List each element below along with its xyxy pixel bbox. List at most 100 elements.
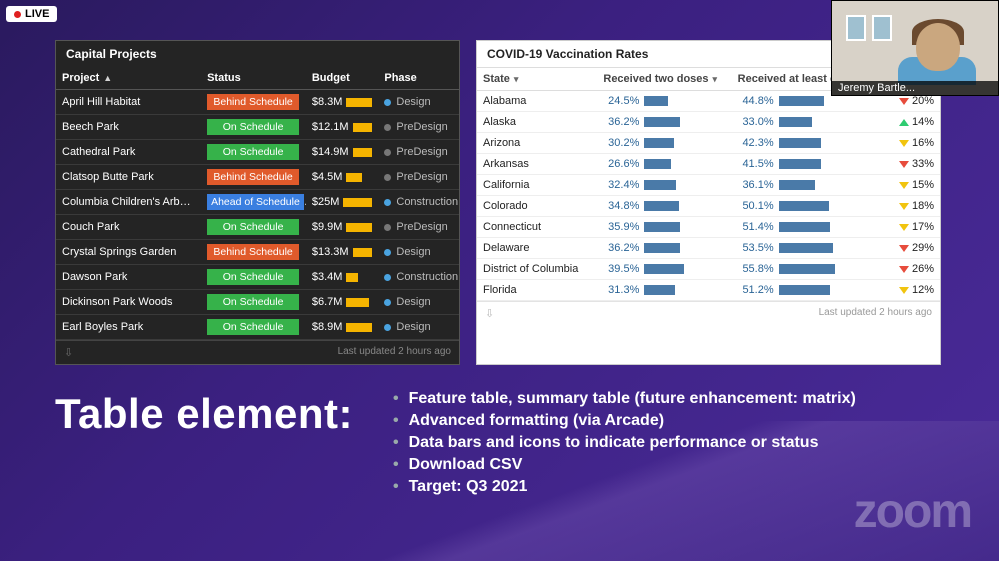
state-name: Alaska [477,112,597,133]
bullet-text: Feature table, summary table (future enh… [409,390,856,408]
status-badge: Behind Schedule [207,244,299,260]
data-bar [779,285,830,295]
phase-cell: Construction [378,190,459,215]
status-cell: Ahead of Schedule [201,190,306,215]
table-row[interactable]: District of Columbia39.5%55.8%26% [477,259,940,280]
bullet-list: • Feature table, summary table (future en… [393,390,856,500]
one-dose-cell: 53.5% [732,238,885,259]
two-dose-cell: 31.3% [597,280,731,301]
table-row[interactable]: April Hill HabitatBehind Schedule$8.3MDe… [56,90,459,115]
table-row[interactable]: Connecticut35.9%51.4%17% [477,217,940,238]
trend-cell: 29% [884,238,940,259]
two-dose-cell: 24.5% [597,91,731,112]
trend-flat-icon [899,287,909,294]
phase-dot-icon [384,224,391,231]
status-cell: On Schedule [201,290,306,315]
table-row[interactable]: Dawson ParkOn Schedule$3.4MConstruction [56,265,459,290]
phase-cell: PreDesign [378,215,459,240]
budget-cell: $8.3M [306,90,379,115]
two-dose-cell: 35.9% [597,217,731,238]
bullet-dot-icon: • [393,456,399,474]
bullet-dot-icon: • [393,478,399,496]
webcam-tile[interactable]: Jeremy Bartle... [831,0,999,96]
data-bar [779,117,812,127]
two-dose-cell: 39.5% [597,259,731,280]
phase-cell: Design [378,90,459,115]
trend-cell: 12% [884,280,940,301]
download-icon[interactable]: ⇩ [64,346,73,359]
participant-name: Jeremy Bartle... [832,81,998,95]
one-dose-cell: 33.0% [732,112,885,133]
table-row[interactable]: California32.4%36.1%15% [477,175,940,196]
budget-bar [343,198,372,207]
data-bar [779,243,833,253]
phase-dot-icon [384,324,391,331]
status-cell: Behind Schedule [201,165,306,190]
state-name: Arizona [477,133,597,154]
project-name: Clatsop Butte Park [56,165,201,190]
status-badge: On Schedule [207,269,299,285]
table-row[interactable]: Colorado34.8%50.1%18% [477,196,940,217]
zoom-logo: zoom [854,484,971,539]
bullet-dot-icon: • [393,434,399,452]
phase-cell: PreDesign [378,115,459,140]
project-name: April Hill Habitat [56,90,201,115]
phase-dot-icon [384,299,391,306]
col-state[interactable]: State▾ [477,68,597,91]
table-row[interactable]: Beech ParkOn Schedule$12.1MPreDesign [56,115,459,140]
table-row[interactable]: Cathedral ParkOn Schedule$14.9MPreDesign [56,140,459,165]
col-two-doses[interactable]: Received two doses▾ [597,68,731,91]
trend-cell: 18% [884,196,940,217]
trend-down-icon [899,266,909,273]
project-name: Beech Park [56,115,201,140]
col-budget[interactable]: Budget [306,67,379,90]
budget-cell: $13.3M [306,240,379,265]
trend-cell: 33% [884,154,940,175]
two-dose-cell: 30.2% [597,133,731,154]
budget-cell: $3.4M [306,265,379,290]
table-row[interactable]: Delaware36.2%53.5%29% [477,238,940,259]
table-row[interactable]: Dickinson Park WoodsOn Schedule$6.7MDesi… [56,290,459,315]
trend-cell: 16% [884,133,940,154]
table-row[interactable]: Columbia Children's ArboretumAhead of Sc… [56,190,459,215]
budget-bar [346,273,358,282]
table-row[interactable]: Earl Boyles ParkOn Schedule$8.9MDesign [56,315,459,340]
budget-bar [346,323,372,332]
budget-bar [346,173,362,182]
bullet-item: •Data bars and icons to indicate perform… [393,434,856,452]
table-row[interactable]: Arizona30.2%42.3%16% [477,133,940,154]
data-bar [779,96,824,106]
sort-icon: ▾ [514,74,519,84]
phase-cell: Design [378,290,459,315]
one-dose-cell: 42.3% [732,133,885,154]
trend-flat-icon [899,224,909,231]
table-row[interactable]: Alaska36.2%33.0%14% [477,112,940,133]
state-name: Colorado [477,196,597,217]
state-name: Florida [477,280,597,301]
col-project[interactable]: Project▲ [56,67,201,90]
table-row[interactable]: Florida31.3%51.2%12% [477,280,940,301]
phase-dot-icon [384,149,391,156]
table-row[interactable]: Clatsop Butte ParkBehind Schedule$4.5MPr… [56,165,459,190]
person-head [916,23,960,71]
phase-dot-icon [384,124,391,131]
budget-cell: $14.9M [306,140,379,165]
trend-cell: 17% [884,217,940,238]
status-badge: On Schedule [207,219,299,235]
status-cell: Behind Schedule [201,90,306,115]
table-row[interactable]: Couch ParkOn Schedule$9.9MPreDesign [56,215,459,240]
table-row[interactable]: Arkansas26.6%41.5%33% [477,154,940,175]
table-row[interactable]: Crystal Springs GardenBehind Schedule$13… [56,240,459,265]
trend-cell: 14% [884,112,940,133]
status-cell: On Schedule [201,115,306,140]
download-icon[interactable]: ⇩ [485,307,494,320]
trend-flat-icon [899,140,909,147]
bullet-dot-icon: • [393,390,399,408]
trend-flat-icon [899,203,909,210]
phase-cell: Construction [378,265,459,290]
state-name: California [477,175,597,196]
budget-cell: $9.9M [306,215,379,240]
col-phase[interactable]: Phase [378,67,459,90]
col-status[interactable]: Status [201,67,306,90]
data-bar [644,138,674,148]
